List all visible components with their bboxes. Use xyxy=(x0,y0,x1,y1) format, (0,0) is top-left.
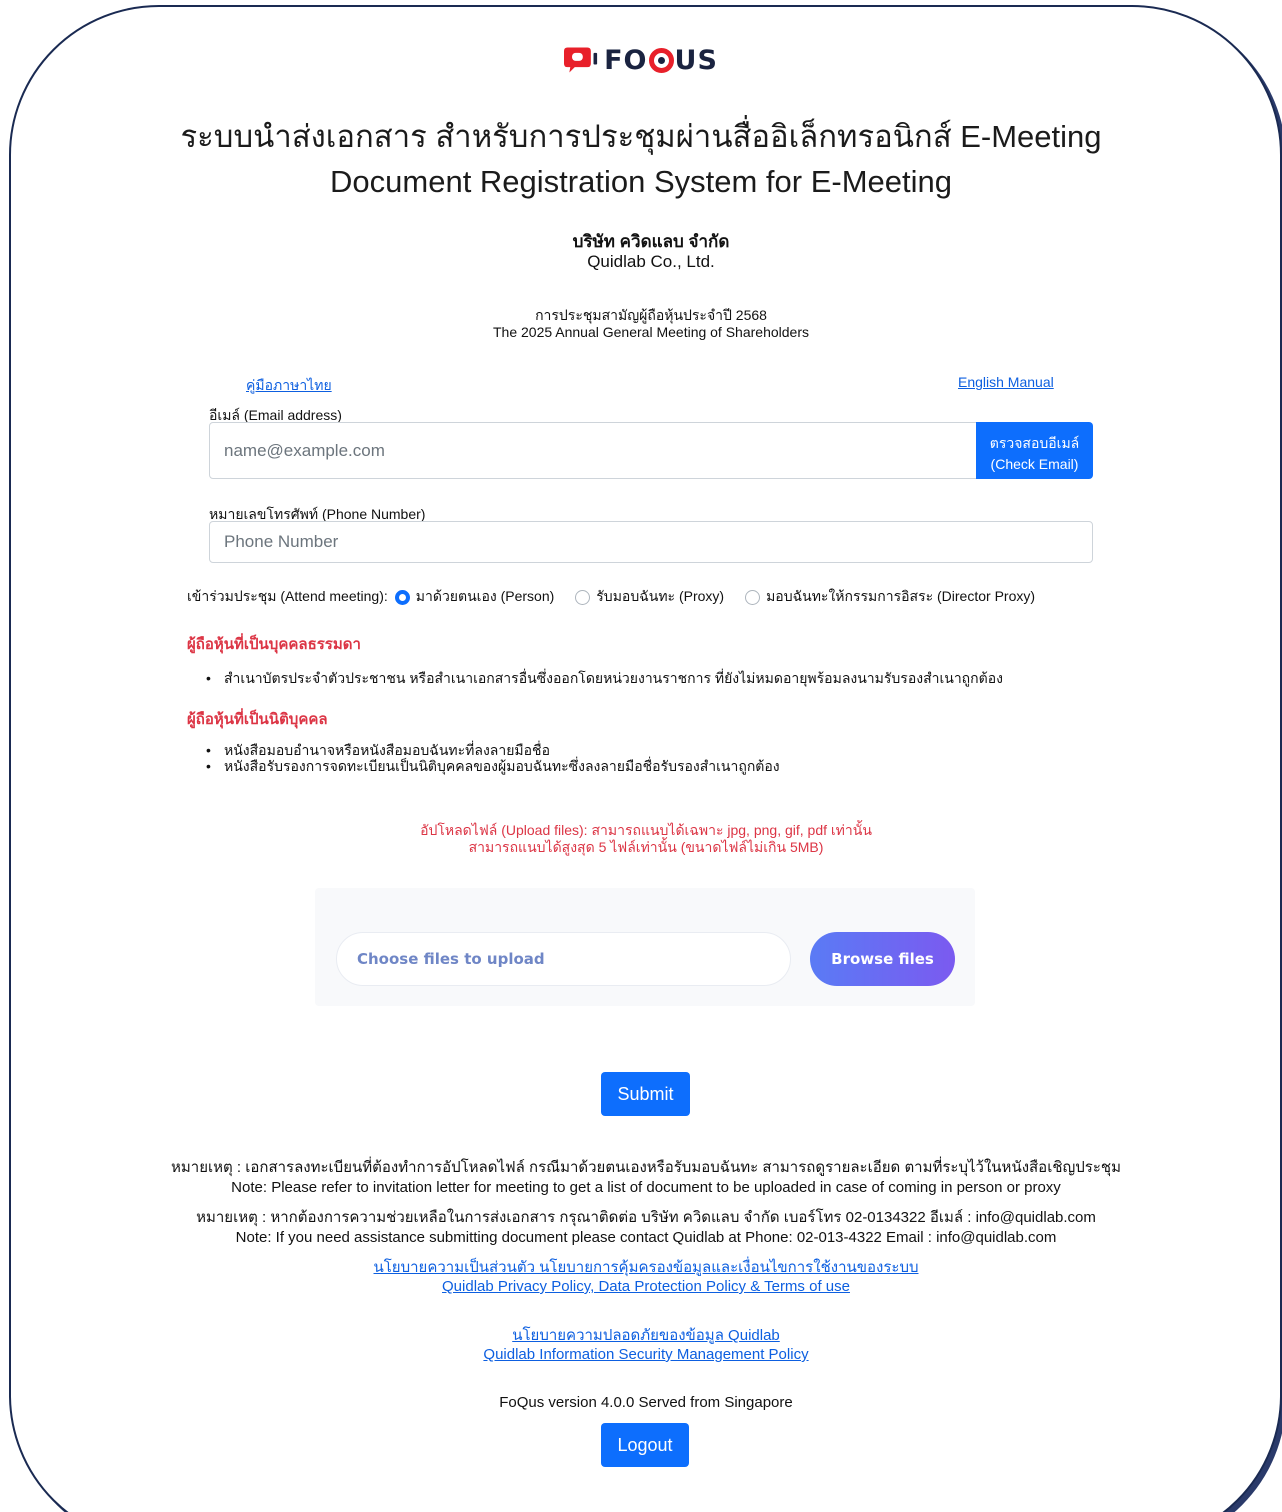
individual-shareholder-heading: ผู้ถือหุ้นที่เป็นบุคคลธรรมดา xyxy=(187,636,361,653)
phone-input[interactable]: Phone Number xyxy=(209,521,1093,563)
logo-o-mark xyxy=(648,47,674,73)
juristic-requirements-list: หนังสือมอบอำนาจหรือหนังสือมอบฉันทะที่ลงล… xyxy=(206,742,780,774)
meeting-name-english: The 2025 Annual General Meeting of Share… xyxy=(493,324,809,340)
list-item: หนังสือรับรองการจดทะเบียนเป็นนิติบุคคลขอ… xyxy=(206,758,780,774)
privacy-policy-links: นโยบายความเป็นส่วนตัว นโยบายการคุ้มครองข… xyxy=(0,1258,1282,1296)
security-policy-thai-link[interactable]: นโยบายความปลอดภัยของข้อมูล Quidlab xyxy=(512,1327,780,1344)
radio-option-proxy[interactable]: รับมอบฉันทะ (Proxy) xyxy=(575,586,724,608)
radio-option-person[interactable]: มาด้วยตนเอง (Person) xyxy=(394,586,554,608)
check-email-button[interactable]: ตรวจสอบอีเมล์ (Check Email) xyxy=(976,422,1093,479)
radio-button-selected[interactable] xyxy=(394,589,410,605)
logout-button[interactable]: Logout xyxy=(601,1423,689,1467)
foqus-logo: FO US xyxy=(0,44,1282,76)
radio-button[interactable] xyxy=(575,589,591,605)
submit-button[interactable]: Submit xyxy=(601,1072,690,1116)
speech-bubble-icon xyxy=(564,47,598,73)
security-policy-links: นโยบายความปลอดภัยของข้อมูล Quidlab Quidl… xyxy=(0,1326,1282,1364)
juristic-shareholder-heading: ผู้ถือหุ้นที่เป็นนิติบุคคล xyxy=(187,711,328,728)
privacy-policy-thai-link[interactable]: นโยบายความเป็นส่วนตัว นโยบายการคุ้มครองข… xyxy=(374,1259,919,1276)
thai-manual-link[interactable]: คู่มือภาษาไทย xyxy=(246,375,332,397)
list-item: หนังสือมอบอำนาจหรือหนังสือมอบฉันทะที่ลงล… xyxy=(206,742,780,758)
radio-option-director-proxy[interactable]: มอบฉันทะให้กรรมการอิสระ (Director Proxy) xyxy=(745,586,1035,608)
privacy-policy-english-link[interactable]: Quidlab Privacy Policy, Data Protection … xyxy=(442,1278,850,1295)
registration-page: FO US ระบบนำส่งเอกสาร สำหรับการประชุมผ่าน… xyxy=(0,0,1282,1512)
version-info: FoQus version 4.0.0 Served from Singapor… xyxy=(499,1394,793,1411)
assistance-note: หมายเหตุ : หากต้องการความช่วยเหลือในการส… xyxy=(196,1209,1096,1246)
email-input[interactable]: name@example.com xyxy=(209,422,978,479)
company-name-thai: บริษัท ควิดแลบ จำกัด xyxy=(572,232,730,251)
browse-files-button[interactable]: Browse files xyxy=(810,932,955,986)
upload-note: หมายเหตุ : เอกสารลงทะเบียนที่ต้องทำการอั… xyxy=(171,1159,1121,1196)
individual-requirements-list: สำเนาบัตรประจำตัวประชาชน หรือสำเนาเอกสาร… xyxy=(206,670,1003,686)
file-upload-field[interactable]: Choose files to upload xyxy=(336,932,791,986)
page-title-english: Document Registration System for E-Meeti… xyxy=(330,164,952,199)
english-manual-link[interactable]: English Manual xyxy=(958,374,1054,390)
page-title-thai: ระบบนำส่งเอกสาร สำหรับการประชุมผ่านสื่ออ… xyxy=(180,119,1102,154)
security-policy-english-link[interactable]: Quidlab Information Security Management … xyxy=(483,1346,808,1363)
upload-instructions: อัปโหลดไฟล์ (Upload files): สามารถแนบได้… xyxy=(420,822,872,855)
attend-label: เข้าร่วมประชุม (Attend meeting): xyxy=(187,588,388,604)
radio-button[interactable] xyxy=(745,589,761,605)
logo-wordmark: FO US xyxy=(604,44,718,76)
list-item: สำเนาบัตรประจำตัวประชาชน หรือสำเนาเอกสาร… xyxy=(206,670,1003,686)
company-name-english: Quidlab Co., Ltd. xyxy=(587,252,715,271)
file-upload-panel: Choose files to upload Browse files xyxy=(315,888,975,1006)
attend-meeting-group: เข้าร่วมประชุม (Attend meeting): มาด้วยต… xyxy=(187,586,1035,608)
